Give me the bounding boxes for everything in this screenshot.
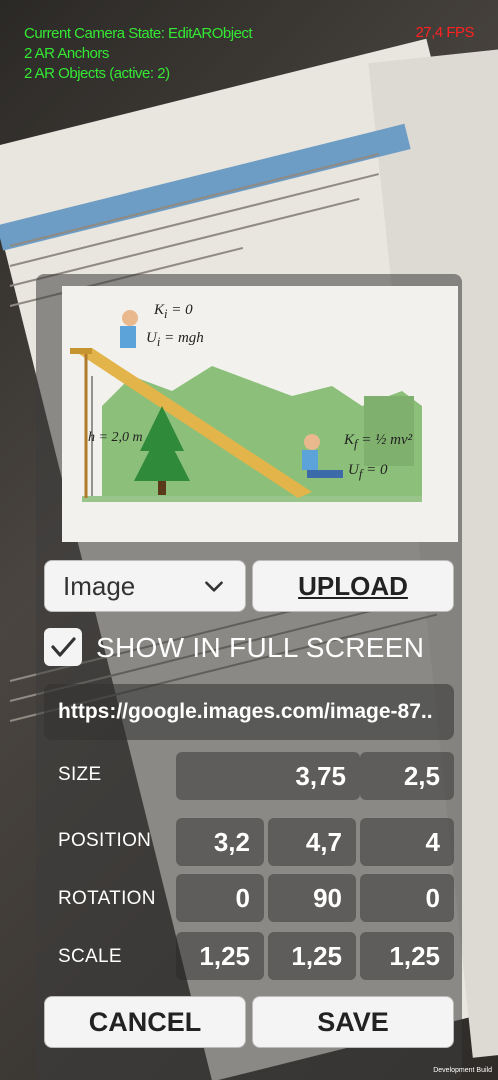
- debug-hud: Current Camera State: EditARObject 2 AR …: [24, 24, 253, 84]
- image-url-field[interactable]: https://google.images.com/image-87..: [44, 684, 454, 740]
- size-y-field[interactable]: 2,5: [360, 752, 454, 800]
- size-x-field[interactable]: 3,75: [176, 752, 360, 800]
- image-preview: Ki = 0 Ui = mgh h = 2,0 m Kf = ½ mv² Uf …: [62, 286, 458, 542]
- height-label: h = 2,0 m: [88, 430, 143, 445]
- size-label: SIZE: [58, 764, 102, 785]
- rotation-y-field[interactable]: 90: [268, 874, 356, 922]
- formula-ui: Ui = mgh: [146, 330, 204, 349]
- slide-illustration: [62, 286, 458, 542]
- formula-kf: Kf = ½ mv²: [344, 432, 413, 451]
- position-label: POSITION: [58, 830, 152, 851]
- fullscreen-label: SHOW IN FULL SCREEN: [96, 632, 425, 663]
- upload-button[interactable]: UPLOAD: [252, 560, 454, 612]
- save-button[interactable]: SAVE: [252, 996, 454, 1048]
- scale-x-field[interactable]: 1,25: [176, 932, 264, 980]
- development-build-watermark: Development Build: [433, 1067, 492, 1074]
- scale-z-field[interactable]: 1,25: [360, 932, 454, 980]
- fullscreen-checkbox[interactable]: [44, 628, 82, 666]
- rotation-label: ROTATION: [58, 888, 156, 909]
- chevron-down-icon: [205, 581, 223, 592]
- formula-ki: Ki = 0: [154, 302, 193, 321]
- fps-counter: 27,4 FPS: [415, 24, 474, 41]
- formula-uf: Uf = 0: [348, 462, 388, 481]
- position-x-field[interactable]: 3,2: [176, 818, 264, 866]
- content-type-value: Image: [63, 570, 136, 601]
- rotation-z-field[interactable]: 0: [360, 874, 454, 922]
- objects-text: 2 AR Objects (active: 2): [24, 65, 170, 82]
- cancel-button[interactable]: CANCEL: [44, 996, 246, 1048]
- position-z-field[interactable]: 4: [360, 818, 454, 866]
- checkmark-icon: [51, 637, 76, 657]
- scale-label: SCALE: [58, 946, 122, 967]
- scale-y-field[interactable]: 1,25: [268, 932, 356, 980]
- rotation-x-field[interactable]: 0: [176, 874, 264, 922]
- content-type-dropdown[interactable]: Image: [44, 560, 246, 612]
- position-y-field[interactable]: 4,7: [268, 818, 356, 866]
- anchors-text: 2 AR Anchors: [24, 45, 109, 62]
- camera-state-text: Current Camera State: EditARObject: [24, 25, 253, 42]
